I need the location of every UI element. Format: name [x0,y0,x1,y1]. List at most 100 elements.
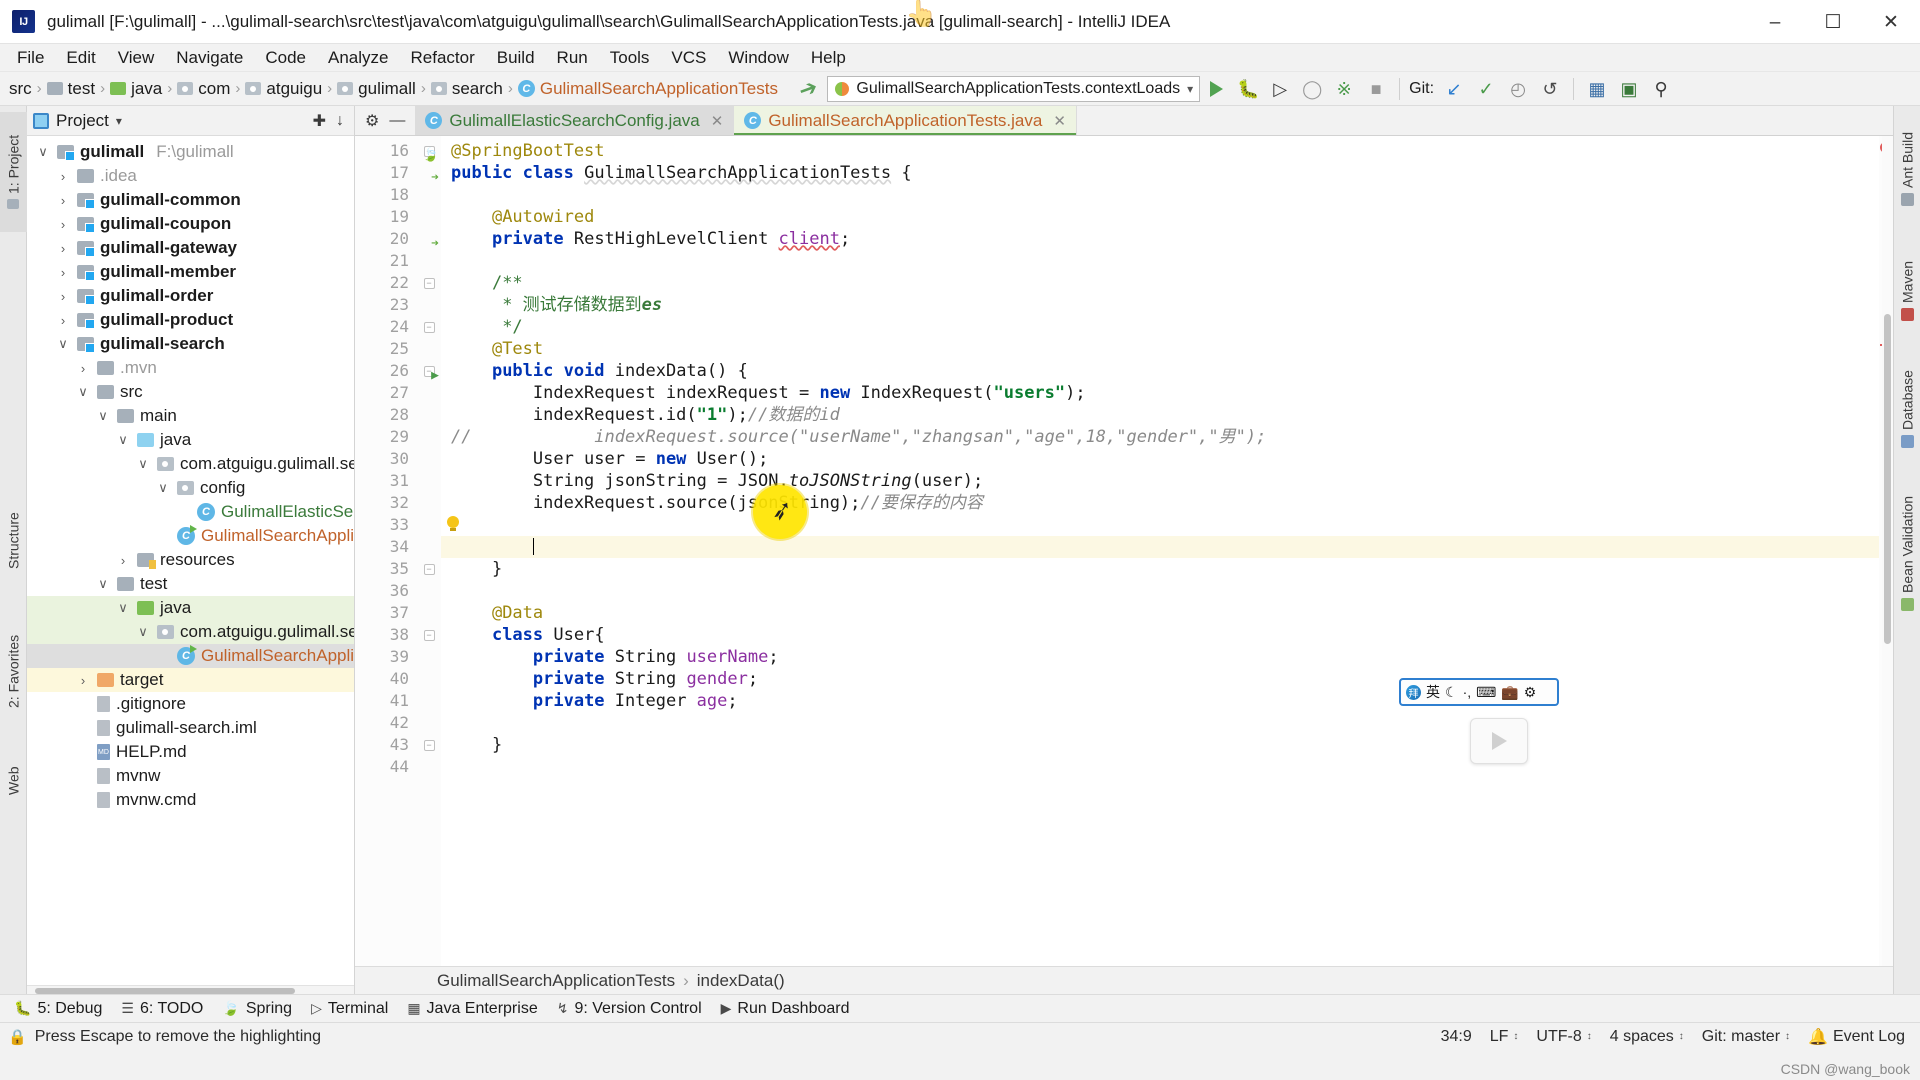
chevron-down-icon[interactable]: ∨ [135,624,151,640]
breadcrumb-item-search[interactable]: search [428,78,506,100]
tree-node--idea[interactable]: › .idea [27,164,354,188]
tree-node-java[interactable]: ∨ java [27,596,354,620]
code-line[interactable]: private String userName; [441,646,1879,668]
code-line[interactable]: private RestHighLevelClient client; [441,228,1879,250]
spring-bean-icon[interactable]: ➔ [431,236,439,251]
chevron-right-icon[interactable]: › [55,241,71,256]
chevron-right-icon[interactable]: › [75,673,91,688]
breadcrumb-item-java[interactable]: java [107,78,165,100]
line-number[interactable]: 17 ➔ [355,162,439,185]
tree-node-gulimall-search[interactable]: ∨ gulimall-search [27,332,354,356]
close-icon[interactable]: ✕ [711,112,724,130]
line-number[interactable]: 20 ➔ [355,228,439,251]
breadcrumb-item-com[interactable]: com [174,78,233,100]
gutter-icon[interactable]: ➔ [421,231,439,251]
sidebar-item-favorites[interactable]: 2: Favorites [0,606,27,736]
line-separator[interactable]: LF ↕ [1481,1026,1528,1048]
line-number[interactable]: 24 [355,316,417,338]
chevron-right-icon[interactable]: › [55,265,71,280]
chevron-right-icon[interactable]: › [55,289,71,304]
editor-vertical-scrollbar[interactable] [1882,136,1893,966]
code-line[interactable]: private String gender; [441,668,1879,690]
attach-debugger-button[interactable]: ※ [1328,74,1360,104]
chevron-down-icon[interactable]: ∨ [115,600,131,616]
menu-item-vcs[interactable]: VCS [660,46,717,70]
fold-end-icon[interactable]: − [423,563,435,575]
menu-item-window[interactable]: Window [717,46,799,70]
tree-node-src[interactable]: ∨ src [27,380,354,404]
code-line[interactable]: * 测试存储数据到es [441,294,1879,316]
fold-end-icon[interactable]: − [423,321,435,333]
tree-node-gulimall-member[interactable]: › gulimall-member [27,260,354,284]
code-line[interactable] [441,184,1879,206]
code-line[interactable]: // indexRequest.source("userName","zhang… [441,426,1879,448]
close-icon[interactable]: ✕ [1053,112,1066,130]
menu-item-refactor[interactable]: Refactor [399,46,485,70]
fold-region[interactable]: − [417,558,441,580]
line-number[interactable]: 36 [355,580,417,602]
code-content[interactable]: @SpringBootTest public class GulimallSear… [441,136,1879,966]
line-number[interactable]: 30 [355,448,417,470]
fold-end-icon[interactable]: − [423,739,435,751]
menu-item-navigate[interactable]: Navigate [165,46,254,70]
tree-node-config[interactable]: ∨ config [27,476,354,500]
collapse-all-icon[interactable]: ↓ [336,112,344,130]
ime-toolbox-icon[interactable]: 💼 [1501,684,1518,701]
breadcrumb-item-gulimall[interactable]: gulimall [334,78,419,100]
screen-recorder-play-button[interactable] [1470,718,1528,764]
tree-node-gulimallsearchapplica[interactable]: · CGulimallSearchApplica [27,644,354,668]
breadcrumb-item-gulimallsearchapplicationtests[interactable]: C GulimallSearchApplicationTests [515,78,781,100]
line-number[interactable]: 44 [355,756,417,778]
chevron-right-icon[interactable]: › [55,217,71,232]
chevron-down-icon[interactable]: ∨ [75,384,91,400]
ime-status-bar[interactable]: 拜 英 ☾ ·, ⌨ 💼 ⚙ [1399,678,1559,706]
line-number[interactable]: 23 [355,294,417,316]
code-line[interactable] [441,514,1879,536]
terminal-button[interactable]: ▣ [1613,74,1645,104]
line-number[interactable]: 37 [355,602,417,624]
code-line[interactable]: public void indexData() { [441,360,1879,382]
line-number[interactable]: 16 🍃 [355,140,439,163]
ime-punctuation-icon[interactable]: ·, [1463,684,1472,700]
gutter-icon[interactable]: ▶ [421,363,439,383]
minimize-button[interactable]: – [1746,0,1804,44]
chevron-down-icon[interactable]: ∨ [135,456,151,472]
line-number[interactable]: 18 [355,184,417,206]
run-with-coverage-button[interactable]: ▷ [1264,74,1296,104]
menu-item-help[interactable]: Help [800,46,857,70]
chevron-right-icon[interactable]: › [75,361,91,376]
code-line[interactable]: indexRequest.source(jsonString);//要保存的内容 [441,492,1879,514]
menu-item-build[interactable]: Build [486,46,546,70]
tree-node-gulimall-common[interactable]: › gulimall-common [27,188,354,212]
chevron-right-icon[interactable]: › [55,169,71,184]
run-configuration-selector[interactable]: GulimallSearchApplicationTests.contextLo… [827,75,1201,102]
tool-window-button-terminal[interactable]: ▷ Terminal [305,998,401,1020]
code-line[interactable]: IndexRequest indexRequest = new IndexReq… [441,382,1879,404]
tab-gulimall-search-application-tests[interactable]: C GulimallSearchApplicationTests.java ✕ [734,106,1077,135]
menu-item-analyze[interactable]: Analyze [317,46,399,70]
menu-item-tools[interactable]: Tools [599,46,661,70]
editor-crumb-class[interactable]: GulimallSearchApplicationTests [437,971,675,991]
tree-node-mvnw-cmd[interactable]: · mvnw.cmd [27,788,354,812]
code-line[interactable]: private Integer age; [441,690,1879,712]
line-number[interactable]: 26 ▶ [355,360,439,383]
chevron-down-icon[interactable]: ∨ [155,480,171,496]
menu-item-view[interactable]: View [107,46,166,70]
tool-window-button-java-enterprise[interactable]: ▦ Java Enterprise [401,998,550,1020]
build-project-icon[interactable]: ➔ [786,72,830,106]
line-number[interactable]: 31 [355,470,417,492]
spring-bean-icon[interactable]: ➔ [431,170,439,185]
line-number[interactable]: 39 [355,646,417,668]
line-number[interactable]: 38 [355,624,417,646]
update-project-button[interactable]: ↙ [1438,74,1470,104]
chevron-right-icon[interactable]: › [55,193,71,208]
fold-region[interactable]: − [417,734,441,756]
search-everywhere-button[interactable]: ⚲ [1645,74,1677,104]
tree-node-test[interactable]: ∨ test [27,572,354,596]
file-encoding[interactable]: UTF-8 ↕ [1527,1026,1600,1048]
editor-crumb-method[interactable]: indexData() [697,971,785,991]
fold-region[interactable]: − [417,624,441,646]
line-number[interactable]: 25 [355,338,417,360]
project-tree[interactable]: ∨ gulimall F:\gulimall › .idea › gulimall-comm… [27,136,354,985]
breadcrumb-item-test[interactable]: test [44,78,98,100]
